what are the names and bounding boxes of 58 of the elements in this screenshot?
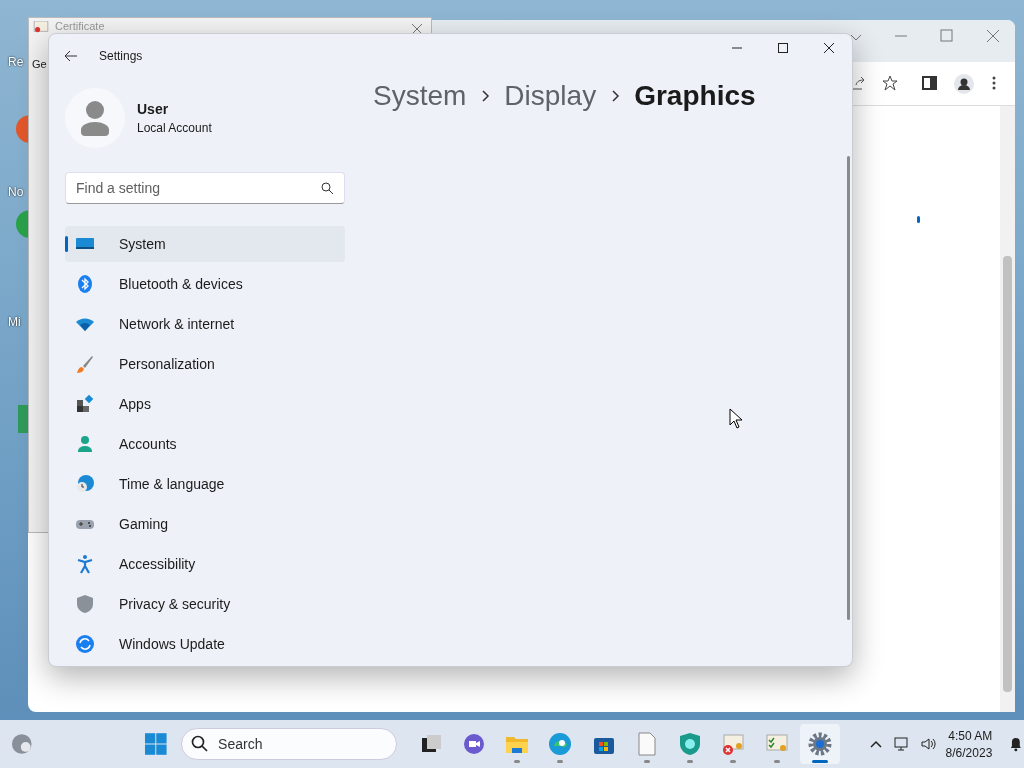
chevron-right-icon — [480, 90, 491, 102]
close-icon[interactable] — [985, 28, 1001, 44]
settings-search-field[interactable]: Find a setting — [65, 172, 345, 204]
scrollbar[interactable] — [847, 156, 850, 620]
chevron-right-icon — [610, 90, 621, 102]
scrollbar[interactable] — [1000, 106, 1015, 712]
clock-time[interactable]: 4:50 AM — [948, 728, 993, 743]
maximize-icon — [777, 42, 789, 54]
breadcrumb-item[interactable]: Display — [504, 80, 597, 112]
breadcrumb-item[interactable]: System — [373, 80, 467, 112]
accessibility-icon — [75, 554, 95, 574]
certificate-icon — [33, 21, 49, 33]
windows-logo-icon[interactable] — [143, 732, 168, 756]
breadcrumb-item: Graphics — [634, 80, 756, 112]
video-chat-icon — [461, 732, 486, 756]
back-arrow-icon[interactable] — [63, 48, 79, 64]
speaker-icon[interactable] — [919, 736, 936, 752]
nav-item[interactable]: Apps — [65, 386, 345, 422]
nav-item[interactable]: Privacy & security — [65, 586, 345, 622]
accounts-icon — [75, 434, 95, 454]
bluetooth-icon — [75, 274, 95, 294]
taskbar-search-field[interactable]: Search — [181, 728, 398, 760]
window-title: Certificate — [55, 20, 105, 32]
browser-icon — [548, 732, 573, 756]
side-panel-icon[interactable] — [922, 75, 938, 91]
nav-item[interactable]: Windows Update — [65, 626, 345, 662]
privacy-icon — [75, 594, 95, 614]
nav-item[interactable]: System — [65, 226, 345, 262]
star-icon[interactable] — [882, 75, 898, 91]
profile-icon[interactable] — [954, 74, 974, 94]
user-name: User — [137, 101, 170, 117]
moon-icon[interactable] — [10, 732, 34, 756]
update-icon — [75, 634, 95, 654]
clock-date[interactable]: 8/6/2023 — [945, 745, 993, 760]
window-title: Settings — [99, 49, 144, 63]
close-icon[interactable] — [411, 23, 423, 35]
nav-item[interactable]: Gaming — [65, 506, 345, 542]
nav-item[interactable]: Network & internet — [65, 306, 345, 342]
shield-icon — [678, 732, 703, 756]
close-icon — [823, 42, 835, 54]
mouse-cursor-icon — [729, 408, 743, 429]
nav-item[interactable]: Accessibility — [65, 546, 345, 582]
loading-spinner-icon — [917, 216, 920, 223]
search-icon[interactable] — [321, 182, 334, 195]
network-icon[interactable] — [893, 736, 910, 752]
nav-item[interactable]: Personalization — [65, 346, 345, 382]
gear-icon — [807, 732, 832, 756]
search-icon — [191, 735, 210, 753]
time-icon — [75, 474, 95, 494]
tab[interactable]: Ge — [32, 58, 47, 70]
bell-icon[interactable] — [1008, 736, 1024, 752]
nav-item[interactable]: Time & language — [65, 466, 345, 502]
brush-icon — [75, 354, 95, 374]
apps-icon — [75, 394, 95, 414]
certificate-error-icon — [721, 732, 746, 756]
account-type: Local Account — [137, 121, 212, 135]
nav-item[interactable]: Accounts — [65, 426, 345, 462]
nav-item[interactable]: Bluetooth & devices — [65, 266, 345, 302]
